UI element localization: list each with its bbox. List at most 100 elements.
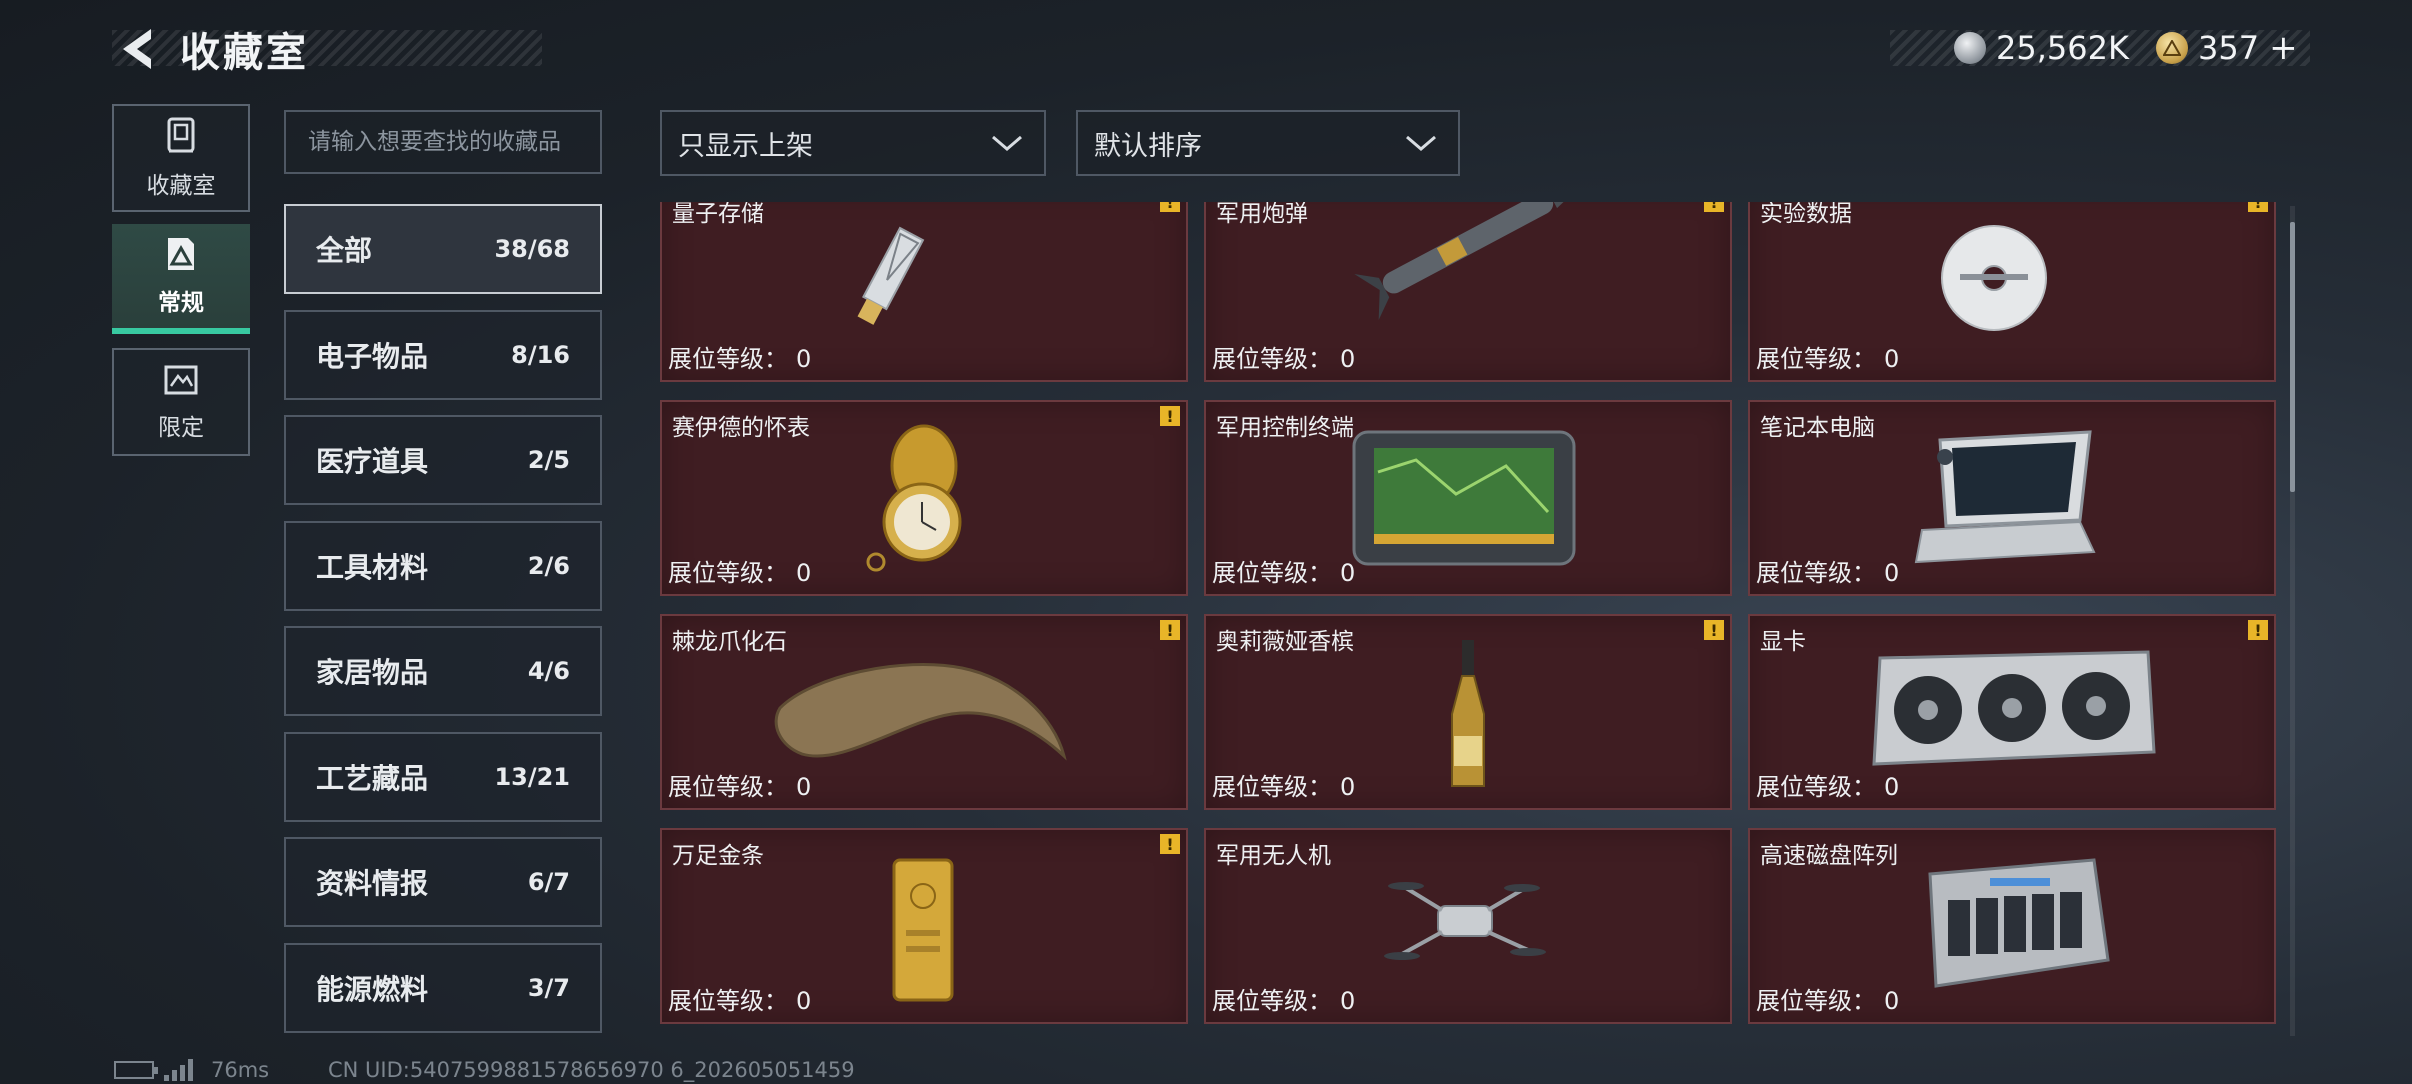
- chevron-down-icon: [1406, 135, 1436, 151]
- collection-card[interactable]: 高速磁盘阵列 展位等级： 0: [1748, 828, 2276, 1024]
- gold-currency-value: 357: [2198, 29, 2260, 67]
- item-name: 奥莉薇娅香槟: [1216, 629, 1354, 655]
- booth-level: 展位等级： 0: [1212, 773, 1356, 801]
- uid-text: CN UID:5407599881578656970 6_20260505145…: [328, 1058, 855, 1082]
- collection-card[interactable]: 军用炮弹 ! 展位等级： 0: [1204, 202, 1732, 382]
- alert-badge-icon: !: [1160, 620, 1180, 640]
- alert-badge-icon: !: [1160, 406, 1180, 426]
- page-title: 收藏室: [180, 30, 309, 76]
- sort-value: 默认排序: [1094, 130, 1202, 162]
- booth-level: 展位等级： 0: [668, 987, 812, 1015]
- category-label: 家居物品: [316, 656, 429, 689]
- category-count: 8/16: [511, 341, 570, 369]
- collection-grid: 量子存储 ! 展位等级： 0 军用炮弹 ! 展位等级： 0 实验数据 ! 展位等级：…: [660, 202, 2280, 1038]
- alert-badge-icon: !: [2248, 620, 2268, 640]
- category-household[interactable]: 家居物品 4/6: [284, 626, 602, 716]
- booth-level: 展位等级： 0: [668, 345, 812, 373]
- category-count: 4/6: [527, 657, 570, 685]
- silver-currency-value: 25,562K: [1996, 29, 2129, 67]
- back-button[interactable]: [112, 24, 162, 74]
- display-filter-value: 只显示上架: [678, 130, 813, 162]
- category-label: 电子物品: [316, 340, 429, 373]
- category-all[interactable]: 全部 38/68: [284, 204, 602, 294]
- category-tools[interactable]: 工具材料 2/6: [284, 521, 602, 611]
- rail-item-regular[interactable]: 常规: [112, 224, 250, 334]
- alert-badge-icon: !: [2248, 202, 2268, 212]
- category-intel[interactable]: 资料情报 6/7: [284, 837, 602, 927]
- rail-item-collection-room[interactable]: 收藏室: [112, 104, 250, 212]
- booth-level: 展位等级： 0: [1756, 987, 1900, 1015]
- item-name: 棘龙爪化石: [672, 629, 787, 655]
- item-name: 军用无人机: [1216, 843, 1331, 869]
- booth-level: 展位等级： 0: [1756, 345, 1900, 373]
- collection-card[interactable]: 实验数据 ! 展位等级： 0: [1748, 202, 2276, 382]
- collection-room-icon: [167, 117, 195, 153]
- alert-badge-icon: !: [1704, 620, 1724, 640]
- booth-level: 展位等级： 0: [1756, 773, 1900, 801]
- regular-icon: [168, 238, 194, 270]
- silver-coin-icon: [1954, 32, 1986, 64]
- booth-level: 展位等级： 0: [1212, 987, 1356, 1015]
- limited-icon: [164, 365, 198, 395]
- ping-value: 76ms: [211, 1058, 270, 1082]
- alert-badge-icon: !: [1160, 202, 1180, 212]
- category-count: 2/5: [527, 446, 570, 474]
- item-name: 军用控制终端: [1216, 415, 1354, 441]
- header-decoration: [112, 30, 542, 66]
- category-label: 全部: [316, 234, 373, 267]
- battery-icon: [114, 1061, 158, 1079]
- rail-label-regular: 常规: [158, 290, 204, 316]
- collection-card[interactable]: 显卡 ! 展位等级： 0: [1748, 614, 2276, 810]
- search-input[interactable]: [284, 110, 602, 174]
- item-name: 高速磁盘阵列: [1760, 843, 1898, 869]
- gold-currency[interactable]: 357 +: [2156, 24, 2298, 72]
- item-name: 万足金条: [672, 843, 764, 869]
- gold-coin-icon: [2156, 32, 2188, 64]
- display-filter-dropdown[interactable]: 只显示上架: [660, 110, 1046, 176]
- booth-level: 展位等级： 0: [668, 773, 812, 801]
- category-label: 能源燃料: [316, 973, 429, 1006]
- add-gold-button[interactable]: +: [2269, 28, 2298, 68]
- rail-label-collection-room: 收藏室: [146, 173, 216, 199]
- booth-level: 展位等级： 0: [668, 559, 812, 587]
- collection-card[interactable]: 量子存储 ! 展位等级： 0: [660, 202, 1188, 382]
- collection-card[interactable]: 赛伊德的怀表 ! 展位等级： 0: [660, 400, 1188, 596]
- collection-card[interactable]: 奥莉薇娅香槟 ! 展位等级： 0: [1204, 614, 1732, 810]
- collection-card[interactable]: 军用无人机 展位等级： 0: [1204, 828, 1732, 1024]
- item-name: 量子存储: [672, 202, 764, 227]
- grid-scrollbar-thumb[interactable]: [2290, 222, 2295, 492]
- item-name: 实验数据: [1760, 202, 1852, 227]
- category-count: 3/7: [527, 974, 570, 1002]
- item-name: 笔记本电脑: [1760, 415, 1875, 441]
- item-name: 显卡: [1760, 629, 1806, 655]
- booth-level: 展位等级： 0: [1756, 559, 1900, 587]
- category-count: 2/6: [527, 552, 570, 580]
- category-label: 工艺藏品: [316, 762, 429, 795]
- item-name: 赛伊德的怀表: [672, 415, 810, 441]
- collection-card[interactable]: 棘龙爪化石 ! 展位等级： 0: [660, 614, 1188, 810]
- rail-item-limited[interactable]: 限定: [112, 348, 250, 456]
- silver-currency: 25,562K: [1954, 24, 2129, 72]
- alert-badge-icon: !: [1704, 202, 1724, 212]
- chevron-down-icon: [992, 135, 1022, 151]
- category-label: 工具材料: [316, 551, 429, 584]
- category-count: 6/7: [527, 868, 570, 896]
- back-arrow-icon: [123, 29, 151, 69]
- category-count: 38/68: [494, 235, 570, 263]
- sort-dropdown[interactable]: 默认排序: [1076, 110, 1460, 176]
- category-energy[interactable]: 能源燃料 3/7: [284, 943, 602, 1033]
- category-crafts[interactable]: 工艺藏品 13/21: [284, 732, 602, 822]
- collection-card[interactable]: 万足金条 ! 展位等级： 0: [660, 828, 1188, 1024]
- alert-badge-icon: !: [1160, 834, 1180, 854]
- signal-icon: [164, 1059, 193, 1081]
- category-label: 医疗道具: [316, 445, 429, 478]
- category-medical[interactable]: 医疗道具 2/5: [284, 415, 602, 505]
- category-label: 资料情报: [316, 867, 429, 900]
- rail-label-limited: 限定: [158, 415, 204, 441]
- booth-level: 展位等级： 0: [1212, 559, 1356, 587]
- category-count: 13/21: [494, 763, 570, 791]
- item-name: 军用炮弹: [1216, 202, 1308, 227]
- collection-card[interactable]: 军用控制终端 展位等级： 0: [1204, 400, 1732, 596]
- collection-card[interactable]: 笔记本电脑 展位等级： 0: [1748, 400, 2276, 596]
- category-electronics[interactable]: 电子物品 8/16: [284, 310, 602, 400]
